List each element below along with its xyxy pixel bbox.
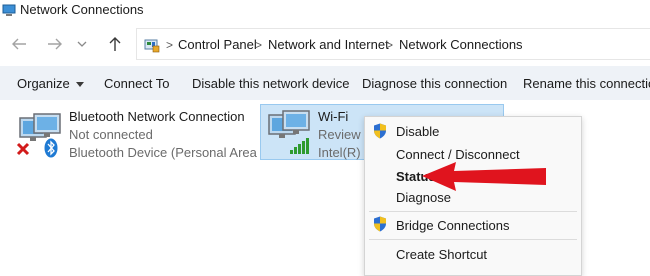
bluetooth-icon — [44, 138, 58, 158]
navigation-bar: > Control Panel > Network and Internet >… — [0, 22, 650, 66]
disable-device-button[interactable]: Disable this network device — [192, 76, 350, 91]
menu-item-disable[interactable]: Disable — [396, 124, 439, 139]
diagnose-connection-button[interactable]: Diagnose this connection — [362, 76, 507, 91]
address-bar[interactable]: > Control Panel > Network and Internet >… — [136, 28, 650, 60]
back-arrow-icon — [12, 38, 26, 50]
connect-to-button[interactable]: Connect To — [104, 76, 170, 91]
network-icon — [2, 4, 16, 16]
menu-separator — [369, 211, 577, 212]
organize-label: Organize — [17, 76, 70, 91]
up-button[interactable] — [104, 34, 126, 54]
forward-button[interactable] — [44, 34, 66, 54]
signal-bars-icon — [290, 138, 309, 154]
breadcrumb-control-panel[interactable]: Control Panel — [178, 37, 257, 52]
forward-arrow-icon — [48, 38, 62, 50]
breadcrumb-network-and-internet[interactable]: Network and Internet — [268, 37, 389, 52]
context-menu: Disable Connect / Disconnect Status Diag… — [364, 116, 582, 276]
dropdown-arrow-icon — [76, 81, 85, 87]
title-bar: Network Connections — [0, 0, 650, 22]
bluetooth-connection-item[interactable]: Bluetooth Network Connection Not connect… — [10, 104, 271, 160]
menu-separator — [369, 239, 577, 240]
back-button[interactable] — [8, 34, 30, 54]
breadcrumb-separator: > — [166, 38, 174, 52]
connection-name: Wi-Fi — [318, 109, 349, 124]
command-bar: Organize Connect To Disable this network… — [0, 66, 650, 101]
breadcrumb-separator: > — [386, 38, 394, 52]
connection-device: Bluetooth Device (Personal Area ... — [69, 145, 272, 160]
connection-status: Not connected — [69, 127, 153, 142]
rename-connection-button[interactable]: Rename this connection — [523, 76, 650, 91]
chevron-down-icon — [77, 41, 87, 47]
breadcrumb-separator: > — [255, 38, 263, 52]
red-x-icon — [16, 142, 30, 156]
up-arrow-icon — [109, 37, 121, 51]
recent-locations-button[interactable] — [74, 34, 90, 54]
window-title: Network Connections — [20, 2, 144, 17]
connection-name: Bluetooth Network Connection — [69, 109, 245, 124]
menu-item-create-shortcut[interactable]: Create Shortcut — [396, 247, 487, 262]
shield-icon — [374, 123, 386, 139]
control-panel-icon — [144, 39, 160, 53]
annotation-arrow — [422, 162, 546, 191]
shield-icon — [374, 216, 386, 232]
breadcrumb-network-connections[interactable]: Network Connections — [399, 37, 523, 52]
menu-item-bridge-connections[interactable]: Bridge Connections — [396, 218, 509, 233]
organize-menu[interactable]: Organize — [17, 76, 85, 91]
